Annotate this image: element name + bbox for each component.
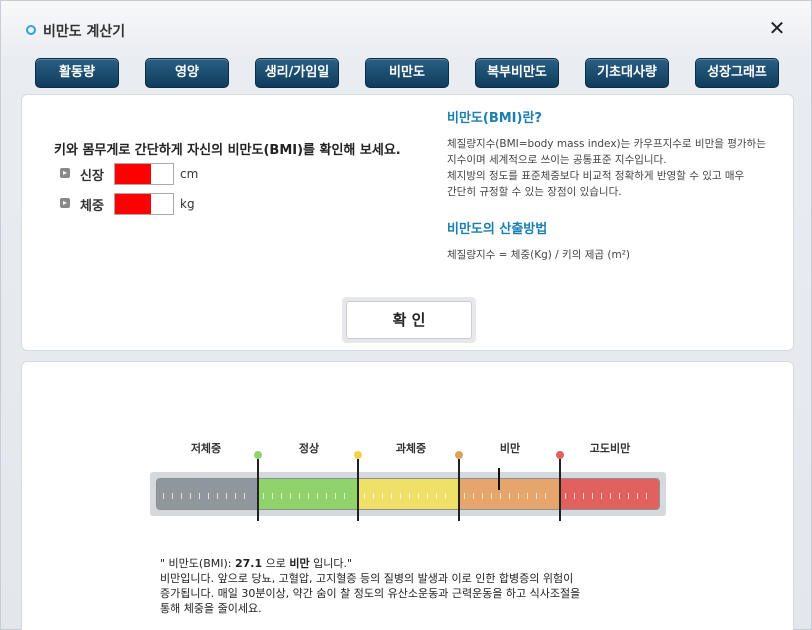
weight-label: 체중 [80, 199, 104, 214]
tab-nutrition[interactable]: 영양 [145, 58, 229, 88]
scale-label-overweight: 과체중 [395, 442, 427, 455]
bmi-info-line: 체질량지수(BMI=body mass index)는 카우프지수로 비만을 평… [447, 138, 766, 150]
bmi-info-line: 체지방의 정도를 표준체중보다 비교적 정확하게 반영할 수 있고 매우 [447, 170, 745, 182]
tab-basal-metabolism[interactable]: 기초대사량 [585, 58, 669, 88]
confirm-button[interactable]: 확 인 [346, 301, 472, 339]
boundary-line [458, 459, 460, 521]
height-unit: cm [180, 167, 199, 181]
bmi-gauge-bar [156, 478, 660, 510]
title-bar: 비만도 계산기 ✕ [1, 1, 812, 57]
title-bullet-icon [26, 25, 36, 35]
result-category: 비만 [289, 557, 310, 570]
confirm-button-frame: 확 인 [342, 297, 476, 343]
window-title: 비만도 계산기 [43, 24, 126, 40]
result-text: " 비만도(BMI): 27.1 으로 비만 입니다." 비만입니다. 앞으로 … [160, 556, 680, 616]
height-input[interactable] [114, 163, 174, 185]
scale-label-normal: 정상 [298, 442, 320, 455]
bmi-indicator-needle [498, 468, 500, 490]
scale-label-underweight: 저체중 [190, 442, 222, 455]
result-advice-line: 통해 체중을 줄이세요. [160, 602, 262, 615]
boundary-line [357, 459, 359, 521]
intro-text: 키와 몸무게로 간단하게 자신의 비만도(BMI)를 확인해 보세요. [54, 143, 401, 158]
gauge-segment-normal [257, 479, 358, 509]
height-label: 신장 [80, 169, 104, 184]
result-advice-line: 비만입니다. 앞으로 당뇨, 고혈압, 고지혈증 등의 질병의 발생과 이로 인… [160, 572, 574, 585]
gauge-segment-obese [458, 479, 559, 509]
result-summary: " 비만도(BMI): 27.1 으로 비만 입니다." [160, 556, 680, 571]
tab-bar: 활동량 영양 생리/가임일 비만도 복부비만도 기초대사량 성장그래프 [1, 58, 812, 88]
gauge-segment-underweight [157, 479, 258, 509]
bmi-info-title: 비만도(BMI)란? [447, 111, 542, 126]
tab-abdominal-obesity[interactable]: 복부비만도 [475, 58, 559, 88]
result-bmi-value: 27.1 [234, 557, 263, 570]
weight-unit: kg [180, 197, 195, 211]
arrow-right-icon: ▸ [60, 198, 70, 208]
boundary-dot [455, 451, 463, 459]
scale-label-obese: 비만 [499, 442, 521, 455]
tab-growth-graph[interactable]: 성장그래프 [695, 58, 779, 88]
bmi-info-line: 간단히 규정할 수 있는 장점이 있습니다. [447, 186, 622, 198]
result-middle: 으로 [262, 557, 290, 570]
result-advice-line: 증가됩니다. 매일 30분이상, 약간 숨이 찰 정도의 유산소운동과 근력운동… [160, 587, 581, 600]
tab-obesity[interactable]: 비만도 [365, 58, 449, 88]
bmi-formula: 체질량지수 = 체중(Kg) / 키의 제곱 (m²) [447, 249, 630, 261]
boundary-line [559, 459, 561, 521]
arrow-right-icon: ▸ [60, 168, 70, 178]
gauge-segment-severely-obese [558, 479, 659, 509]
boundary-dot [354, 451, 362, 459]
boundary-dot [254, 451, 262, 459]
boundary-line [257, 459, 259, 521]
input-panel: 키와 몸무게로 간단하게 자신의 비만도(BMI)를 확인해 보세요. ▸ 신장… [21, 94, 794, 351]
tab-activity[interactable]: 활동량 [35, 58, 119, 88]
bmi-gauge [150, 472, 666, 516]
tab-menstruation[interactable]: 생리/가임일 [255, 58, 339, 88]
gauge-segment-overweight [357, 479, 459, 509]
bmi-scale-labels: 저체중 정상 과체중 비만 고도비만 [22, 440, 795, 456]
scale-label-severely-obese: 고도비만 [589, 442, 631, 455]
close-button[interactable]: ✕ [766, 15, 788, 41]
calculator-window: 비만도 계산기 ✕ 활동량 영양 생리/가임일 비만도 복부비만도 기초대사량 … [0, 0, 812, 630]
boundary-dot [556, 451, 564, 459]
result-prefix: " 비만도(BMI): [160, 557, 235, 570]
weight-input[interactable] [114, 193, 174, 215]
result-panel: 저체중 정상 과체중 비만 고도비만 " 비만도(BMI): 27.1 으로 비… [21, 361, 794, 630]
result-suffix: 입니다." [309, 557, 353, 570]
bmi-info: 비만도(BMI)란? 체질량지수(BMI=body mass index)는 카… [447, 107, 777, 263]
bmi-info-line: 지수이며 세계적으로 쓰이는 공통표준 지수입니다. [447, 154, 667, 166]
bmi-method-title: 비만도의 산출방법 [447, 222, 548, 237]
